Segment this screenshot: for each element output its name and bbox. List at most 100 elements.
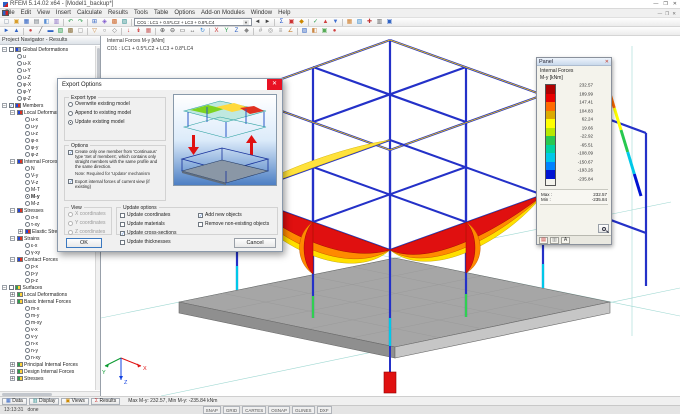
menu-item[interactable]: View <box>34 10 53 16</box>
expand-icon[interactable]: + <box>10 362 15 368</box>
tree-radio[interactable] <box>16 75 22 80</box>
tree-radio[interactable] <box>24 348 30 353</box>
display-properties[interactable]: ▨ <box>120 18 129 26</box>
expand-icon[interactable]: + <box>10 292 15 298</box>
clipping[interactable]: ◧ <box>310 27 319 35</box>
collapse-icon[interactable]: − <box>10 299 15 305</box>
tab-data[interactable]: ▦ Data <box>2 397 27 405</box>
tree-item[interactable]: + Design Internal Forces <box>1 368 100 375</box>
new-node[interactable]: ● <box>26 27 35 35</box>
zoom-in[interactable]: ⊕ <box>158 27 167 35</box>
panel-tab-color-scale[interactable]: ▤ <box>539 236 548 244</box>
check-add-new-objects[interactable]: Add new objects <box>195 212 277 218</box>
rendering[interactable]: ▣ <box>320 27 329 35</box>
menu-item[interactable]: Table <box>151 10 171 16</box>
area-load[interactable]: ▦ <box>144 27 153 35</box>
menu-item[interactable]: Tools <box>131 10 151 16</box>
status-toggle[interactable]: OSNAP <box>268 406 291 414</box>
tree-item[interactable]: − Contact Forces <box>1 256 100 263</box>
print[interactable]: ▤ <box>32 18 41 26</box>
expand-icon[interactable]: + <box>10 376 15 382</box>
tree-item[interactable]: n-x <box>1 340 100 347</box>
tree-radio[interactable] <box>24 180 30 185</box>
menu-item[interactable]: Edit <box>18 10 34 16</box>
tree-item[interactable]: m-xy <box>1 319 100 326</box>
panel-toggle[interactable]: ▦ <box>345 18 354 26</box>
tree-radio[interactable] <box>24 341 30 346</box>
minimize-button[interactable]: — <box>653 1 658 7</box>
new-solid[interactable]: ▩ <box>66 27 75 35</box>
tab-display[interactable]: ▥ Display <box>28 397 60 405</box>
open-file[interactable]: ▣ <box>12 18 21 26</box>
tree-item[interactable]: − Global Deformations <box>1 46 100 53</box>
select-arrow[interactable]: ► <box>2 27 11 35</box>
tree-radio[interactable] <box>24 306 30 311</box>
menu-item[interactable]: Insert <box>53 10 74 16</box>
tree-radio[interactable] <box>24 355 30 360</box>
tree-radio[interactable] <box>24 138 30 143</box>
load-case-combo[interactable]: CO1 : LC1 + 0.5*LC2 + LC3 + 0.8*LC4 ▼ <box>134 18 252 26</box>
menu-item[interactable]: Window <box>248 10 275 16</box>
tree-radio[interactable] <box>24 201 30 206</box>
tree-radio[interactable] <box>24 152 30 157</box>
radio-overwrite-model[interactable]: Overwrite existing model <box>65 101 165 107</box>
calculate[interactable]: Σ <box>277 18 286 26</box>
tree-radio[interactable] <box>24 117 30 122</box>
legend-toggle[interactable]: ▧ <box>355 18 364 26</box>
collapse-icon[interactable]: − <box>10 208 15 214</box>
menu-item[interactable]: Results <box>105 10 131 16</box>
render-mode[interactable]: ◈ <box>100 18 109 26</box>
tree-item[interactable]: v-x <box>1 326 100 333</box>
tree-item[interactable]: p-z <box>1 277 100 284</box>
tree-item[interactable]: n-y <box>1 347 100 354</box>
tree-radio[interactable] <box>24 145 30 150</box>
zoom-window[interactable]: ▭ <box>178 27 187 35</box>
tree-item[interactable]: v-y <box>1 333 100 340</box>
tree-radio[interactable] <box>16 68 22 73</box>
collapse-icon[interactable]: − <box>10 110 15 116</box>
new-file[interactable]: ▢ <box>2 18 11 26</box>
tree-radio[interactable] <box>16 61 22 66</box>
tree-checkbox[interactable] <box>8 103 14 108</box>
tree-radio[interactable] <box>24 131 30 136</box>
pan[interactable]: ↔ <box>188 27 197 35</box>
tab-views[interactable]: ▣ Views <box>61 397 89 405</box>
cancel-button[interactable]: Cancel <box>234 238 276 248</box>
next-load-case[interactable]: ► <box>263 18 272 26</box>
maximize-button[interactable]: ❐ <box>663 1 667 7</box>
ok-button[interactable]: OK <box>66 238 102 248</box>
collapse-icon[interactable]: − <box>10 257 15 263</box>
tree-radio[interactable] <box>16 96 22 101</box>
tree-checkbox[interactable] <box>8 47 14 52</box>
navigator-horizontal-scrollbar[interactable] <box>0 391 100 396</box>
collapse-icon[interactable]: − <box>2 103 7 109</box>
grid[interactable]: # <box>256 27 265 35</box>
tree-item[interactable]: − Surfaces <box>1 284 100 291</box>
panel-close-icon[interactable]: ✕ <box>605 59 609 65</box>
expand-icon[interactable]: + <box>18 229 23 235</box>
status-toggle[interactable]: CARTES <box>242 406 267 414</box>
panel-tab-factors[interactable]: ▥ <box>550 236 559 244</box>
mdi-window-controls[interactable]: — ❐ ✕ <box>658 11 678 17</box>
tree-radio[interactable] <box>24 264 30 269</box>
redo[interactable]: ↷ <box>76 18 85 26</box>
new-member[interactable]: ▬ <box>46 27 55 35</box>
tree-item[interactable]: u <box>1 53 100 60</box>
tree-radio[interactable] <box>16 89 22 94</box>
new-support[interactable]: ▽ <box>90 27 99 35</box>
menu-item[interactable]: Add-on Modules <box>198 10 248 16</box>
panel-tab-filter[interactable]: A <box>561 236 570 244</box>
tree-radio[interactable] <box>24 124 30 129</box>
menu-item[interactable]: Options <box>171 10 198 16</box>
select-special[interactable]: ▲ <box>12 27 21 35</box>
collapse-icon[interactable]: − <box>10 236 15 242</box>
check-continuous-members[interactable]: Create only one member from 'Continuous'… <box>65 149 165 170</box>
tree-item[interactable]: m-y <box>1 312 100 319</box>
tree-item[interactable]: + Principal Internal Forces <box>1 361 100 368</box>
nodal-load[interactable]: ↓ <box>124 27 133 35</box>
tree-radio[interactable] <box>24 166 30 171</box>
new-hinge[interactable]: ○ <box>100 27 109 35</box>
show-results[interactable]: ▣ <box>287 18 296 26</box>
tree-item[interactable]: u-X <box>1 60 100 67</box>
tree-item[interactable]: u-Y <box>1 67 100 74</box>
